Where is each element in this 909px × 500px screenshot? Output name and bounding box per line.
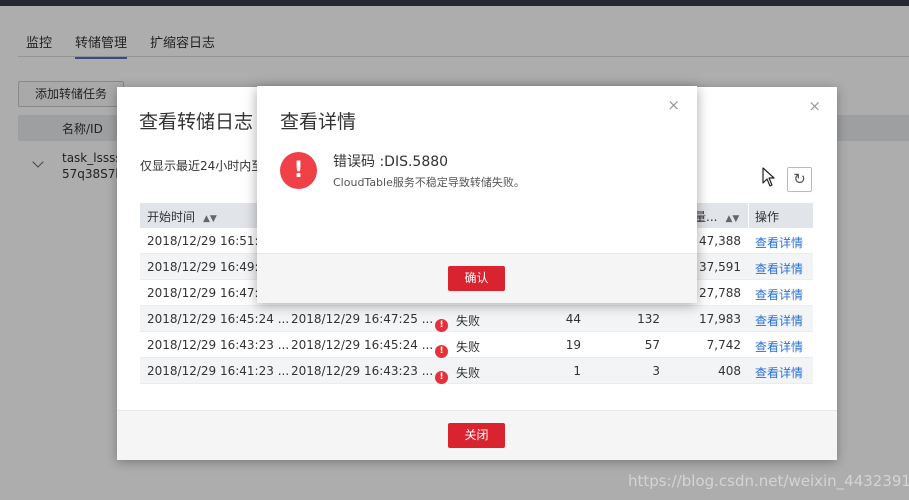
table-row: 2018/12/29 16:41:23 ... 2018/12/29 16:43:… xyxy=(140,358,813,384)
action-header: 操作 xyxy=(755,210,780,224)
status-text: 失败 xyxy=(456,314,481,328)
status-text: 失败 xyxy=(456,366,481,380)
close-icon[interactable]: × xyxy=(667,96,680,114)
refresh-button[interactable]: ↻ xyxy=(787,167,812,192)
error-status-icon: ! xyxy=(435,371,448,384)
records-cell: 37,591 xyxy=(699,260,741,274)
table-row: 2018/12/29 16:45:24 ... 2018/12/29 16:47:… xyxy=(140,306,813,332)
start-time-cell: 2018/12/29 16:41:23 ... xyxy=(147,364,290,378)
error-message: CloudTable服务不稳定导致转储失败。 xyxy=(333,176,525,189)
status-cell: ! 失败 xyxy=(435,312,480,332)
detail-dialog-footer: 确认 xyxy=(257,253,697,303)
start-time-cell: 2018/12/29 16:49:2 xyxy=(147,260,267,274)
error-icon: ! xyxy=(280,152,317,189)
start-time-cell: 2018/12/29 16:51:2 xyxy=(147,234,267,248)
view-details-link[interactable]: 查看详情 xyxy=(755,260,803,277)
mouse-cursor-icon xyxy=(762,167,775,187)
view-details-link[interactable]: 查看详情 xyxy=(755,286,803,303)
detail-dialog-title: 查看详情 xyxy=(280,111,357,133)
error-status-icon: ! xyxy=(435,319,448,332)
view-details-link[interactable]: 查看详情 xyxy=(755,234,803,251)
time-range-note: 仅显示最近24小时内至 xyxy=(140,159,264,173)
records-cell: 17,983 xyxy=(699,312,741,326)
start-time-header[interactable]: 开始时间 ▲▼ xyxy=(147,208,217,225)
table-row: 2018/12/29 16:43:23 ... 2018/12/29 16:45:… xyxy=(140,332,813,358)
count-cell: 132 xyxy=(637,312,660,326)
status-cell: ! 失败 xyxy=(435,364,480,384)
count-cell: 57 xyxy=(644,338,660,352)
records-header[interactable]: 量... ▲▼ xyxy=(694,208,739,225)
detail-dialog: 查看详情 × ! 错误码 :DIS.5880 CloudTable服务不稳定导致… xyxy=(257,86,697,303)
close-icon[interactable]: × xyxy=(808,97,821,115)
end-time-cell: 2018/12/29 16:43:23 ... xyxy=(291,364,434,378)
watermark: https://blog.csdn.net/weixin_44323916 xyxy=(628,472,909,490)
count-cell: 44 xyxy=(565,312,581,326)
view-details-link[interactable]: 查看详情 xyxy=(755,364,803,381)
view-details-link[interactable]: 查看详情 xyxy=(755,338,803,355)
view-details-link[interactable]: 查看详情 xyxy=(755,312,803,329)
records-cell: 7,742 xyxy=(706,338,741,352)
records-cell: 408 xyxy=(718,364,741,378)
close-button[interactable]: 关闭 xyxy=(448,423,505,448)
error-code: 错误码 :DIS.5880 xyxy=(333,154,449,170)
end-time-cell: 2018/12/29 16:45:24 ... xyxy=(291,338,434,352)
status-text: 失败 xyxy=(456,340,481,354)
dialog-footer: 关闭 xyxy=(117,410,837,460)
error-status-icon: ! xyxy=(435,345,448,358)
status-cell: ! 失败 xyxy=(435,338,480,358)
confirm-button[interactable]: 确认 xyxy=(448,266,505,291)
start-time-cell: 2018/12/29 16:47:2 xyxy=(147,286,267,300)
count-cell: 1 xyxy=(573,364,581,378)
records-cell: 27,788 xyxy=(699,286,741,300)
start-time-cell: 2018/12/29 16:45:24 ... xyxy=(147,312,290,326)
column-divider xyxy=(748,203,749,228)
end-time-cell: 2018/12/29 16:47:25 ... xyxy=(291,312,434,326)
dialog-title: 查看转储日志 xyxy=(139,111,254,133)
count-cell: 3 xyxy=(652,364,660,378)
records-cell: 47,388 xyxy=(699,234,741,248)
count-cell: 19 xyxy=(565,338,581,352)
start-time-cell: 2018/12/29 16:43:23 ... xyxy=(147,338,290,352)
